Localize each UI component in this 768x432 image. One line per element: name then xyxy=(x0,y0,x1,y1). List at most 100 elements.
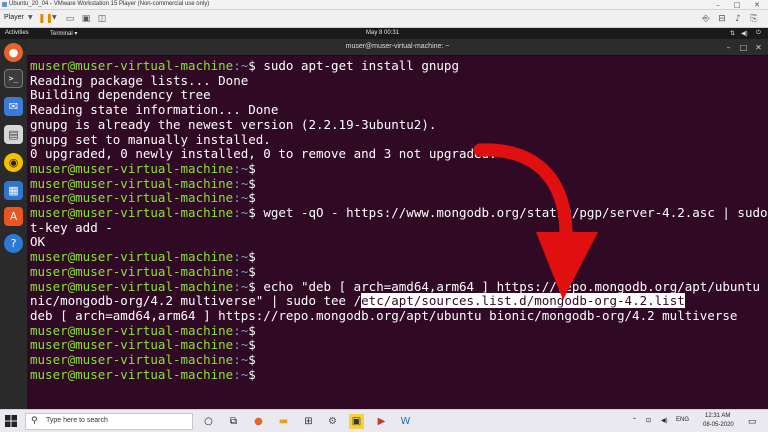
prompt-path: :~ xyxy=(233,175,249,191)
terminal-line: deb [ arch=amd64,arm64 ] https://repo.mo… xyxy=(30,307,738,324)
task-view-icon[interactable]: ⧉ xyxy=(226,414,241,429)
terminal-line: Building dependency tree xyxy=(30,88,211,103)
terminal-icon[interactable]: >_ xyxy=(4,69,23,88)
help-icon[interactable]: ? xyxy=(4,234,23,253)
player-menu[interactable]: Player xyxy=(4,14,24,21)
command-text: $ wget -qO - https://www.mongodb.org/sta… xyxy=(248,205,768,220)
command-text: $ xyxy=(248,337,256,353)
prompt-user-host: muser@muser-virtual-machine xyxy=(30,366,234,382)
maximize-icon[interactable]: □ xyxy=(738,42,749,53)
network-icon[interactable]: ⊟ xyxy=(716,13,728,25)
output-text: deb [ arch=amd64,arm64 ] https://repo.mo… xyxy=(30,307,738,323)
terminal-line: muser@muser-virtual-machine:~$ xyxy=(30,249,256,265)
windows-taskbar: ⚲ Type here to search ○ ⧉ ● ▬ ⊞ ⚙ ▣ ▶ W … xyxy=(0,409,768,432)
terminal-headerbar: muser@muser-virtual-machine: ~ – □ ✕ xyxy=(27,39,768,56)
terminal-line: nic/mongodb-org/4.2 multiverse" | sudo t… xyxy=(30,293,685,309)
command-text: $ sudo apt-get install gnupg xyxy=(248,58,459,73)
output-text: Building dependency tree xyxy=(30,87,211,103)
firefox-icon[interactable]: ● xyxy=(4,43,23,62)
tray-date[interactable]: 08-05-2020 xyxy=(703,422,734,428)
tray-time[interactable]: 12:31 AM xyxy=(705,413,730,419)
prompt-user-host: muser@muser-virtual-machine xyxy=(30,160,234,176)
network-icon[interactable]: ⇅ xyxy=(730,30,735,37)
terminal-line: muser@muser-virtual-machine:~$ xyxy=(30,337,256,353)
sound-icon[interactable]: ♪ xyxy=(732,13,744,25)
close-icon[interactable]: ✕ xyxy=(751,1,763,9)
prompt-user-host: muser@muser-virtual-machine xyxy=(30,190,234,206)
terminal-line: 0 upgraded, 0 newly installed, 0 to remo… xyxy=(30,146,497,162)
prompt-user-host: muser@muser-virtual-machine xyxy=(30,352,234,367)
terminal-line: t-key add - xyxy=(30,220,113,236)
prompt-path: :~ xyxy=(233,205,249,220)
terminal-line: muser@muser-virtual-machine:~$ wget -qO … xyxy=(30,205,768,221)
cortana-icon[interactable]: ○ xyxy=(201,414,216,429)
settings-icon[interactable]: ⚙ xyxy=(325,414,340,429)
terminal-window-title: muser@muser-virtual-machine: ~ xyxy=(345,43,450,50)
minimize-icon[interactable]: – xyxy=(723,42,734,53)
prompt-path: :~ xyxy=(233,58,249,73)
file-explorer-icon[interactable]: ▬ xyxy=(276,414,291,429)
usb-icon[interactable]: ⎘ xyxy=(748,13,760,25)
tray-network-icon[interactable]: ⊡ xyxy=(646,417,651,424)
command-text: $ xyxy=(248,190,256,206)
command-text: $ xyxy=(248,175,256,191)
notifications-icon[interactable]: ▭ xyxy=(748,416,757,427)
store-icon[interactable]: ⊞ xyxy=(301,414,316,429)
media-player-icon[interactable]: ▶ xyxy=(374,414,389,429)
terminal-line: muser@muser-virtual-machine:~$ xyxy=(30,322,256,339)
word-icon[interactable]: W xyxy=(398,414,413,429)
taskbar-search-input[interactable]: ⚲ Type here to search xyxy=(25,413,193,430)
prompt-user-host: muser@muser-virtual-machine xyxy=(30,337,234,353)
firefox-icon[interactable]: ● xyxy=(251,414,266,429)
terminal-line: muser@muser-virtual-machine:~$ sudo apt-… xyxy=(30,58,459,74)
removable-devices-icon[interactable]: ⎆ xyxy=(700,13,712,25)
tray-chevron-icon[interactable]: ⌃ xyxy=(632,417,637,424)
prompt-path: :~ xyxy=(233,278,249,294)
output-text: gnupg set to manually installed. xyxy=(30,131,271,147)
activities-button[interactable]: Activities xyxy=(5,30,29,36)
output-text: OK xyxy=(30,234,46,250)
chevron-down-icon[interactable]: ▼ xyxy=(52,14,57,21)
terminal-line: muser@muser-virtual-machine:~$ echo "deb… xyxy=(30,278,768,295)
terminal-output[interactable]: muser@muser-virtual-machine:~$ sudo apt-… xyxy=(27,56,768,409)
vmware-window-title: Ubuntu_20_04 - VMware Workstation 15 Pla… xyxy=(9,1,210,7)
fit-guest-icon[interactable]: ▣ xyxy=(80,13,92,25)
volume-icon[interactable]: ◀) xyxy=(741,30,748,37)
power-icon[interactable]: ⏻ xyxy=(756,30,761,37)
minimize-icon[interactable]: – xyxy=(712,1,724,9)
tray-volume-icon[interactable]: ◀) xyxy=(661,417,668,424)
maximize-icon[interactable]: □ xyxy=(731,1,743,9)
rhythmbox-icon[interactable]: ◉ xyxy=(4,153,23,172)
tray-language[interactable]: ENG xyxy=(676,417,689,423)
vmware-toolbar: Player ▼ ❚❚ ▼ ▭ ▣ ◫ ⎆ ⊟ ♪ ⎘ xyxy=(0,10,768,28)
terminal-app-menu[interactable]: Terminal ▾ xyxy=(50,30,77,37)
prompt-path: :~ xyxy=(233,322,249,338)
terminal-line: muser@muser-virtual-machine:~$ xyxy=(30,160,256,177)
close-icon[interactable]: ✕ xyxy=(753,42,764,53)
prompt-path: :~ xyxy=(233,337,249,353)
thunderbird-icon[interactable]: ✉ xyxy=(4,97,23,116)
terminal-line: Reading state information... Done xyxy=(30,102,278,118)
selected-text-highlight[interactable]: etc/apt/sources.list.d/mongodb-org-4.2.l… xyxy=(361,293,685,309)
output-text: gnupg is already the newest version (2.2… xyxy=(30,116,437,132)
prompt-path: :~ xyxy=(233,249,249,265)
vmware-logo-icon xyxy=(2,2,7,7)
prompt-user-host: muser@muser-virtual-machine xyxy=(30,263,234,279)
unity-icon[interactable]: ◫ xyxy=(96,13,108,25)
terminal-line: muser@muser-virtual-machine:~$ xyxy=(30,263,256,280)
files-icon[interactable]: ▤ xyxy=(4,125,23,144)
windows-start-icon[interactable] xyxy=(5,415,17,427)
prompt-user-host: muser@muser-virtual-machine xyxy=(30,175,234,191)
send-ctrl-alt-del-icon[interactable]: ▭ xyxy=(64,13,76,25)
vmware-taskbar-icon[interactable]: ▣ xyxy=(349,414,364,429)
panel-clock[interactable]: May 8 00:31 xyxy=(366,30,399,36)
search-icon: ⚲ xyxy=(31,416,38,426)
ubuntu-software-icon[interactable]: A xyxy=(4,207,23,226)
chevron-down-icon[interactable]: ▼ xyxy=(28,14,33,21)
prompt-path: :~ xyxy=(233,263,249,279)
pause-icon[interactable]: ❚❚ xyxy=(38,13,53,25)
prompt-user-host: muser@muser-virtual-machine xyxy=(30,322,234,338)
libreoffice-writer-icon[interactable]: ▦ xyxy=(4,181,23,200)
ubuntu-top-panel: Activities Terminal ▾ May 8 00:31 ⇅ ◀) ⏻ xyxy=(0,28,768,39)
output-text: 0 upgraded, 0 newly installed, 0 to remo… xyxy=(30,146,497,162)
